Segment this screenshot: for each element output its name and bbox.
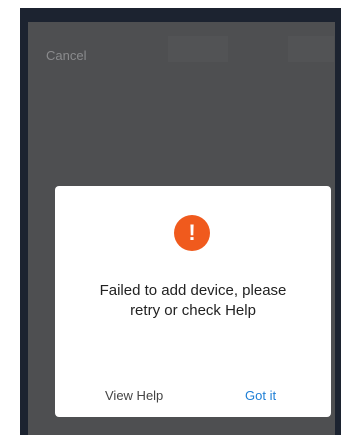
top-bar-faint-element xyxy=(168,36,228,62)
exclamation-icon: ! xyxy=(174,215,210,251)
error-dialog: ! Failed to add device, please retry or … xyxy=(55,186,331,417)
view-help-button[interactable]: View Help xyxy=(105,384,163,408)
got-it-button[interactable]: Got it xyxy=(245,384,276,408)
dialog-actions: View Help Got it xyxy=(55,384,331,408)
dialog-message: Failed to add device, please retry or ch… xyxy=(71,281,315,321)
cancel-button[interactable]: Cancel xyxy=(46,48,86,63)
top-bar-faint-element xyxy=(288,36,334,62)
device-frame: Cancel ! Failed to add device, please re… xyxy=(20,8,341,435)
dialog-message-line: retry or check Help xyxy=(130,302,256,319)
dialog-message-line: Failed to add device, please xyxy=(99,282,287,299)
top-bar: Cancel xyxy=(28,22,335,82)
page: Cancel ! Failed to add device, please re… xyxy=(0,0,341,435)
